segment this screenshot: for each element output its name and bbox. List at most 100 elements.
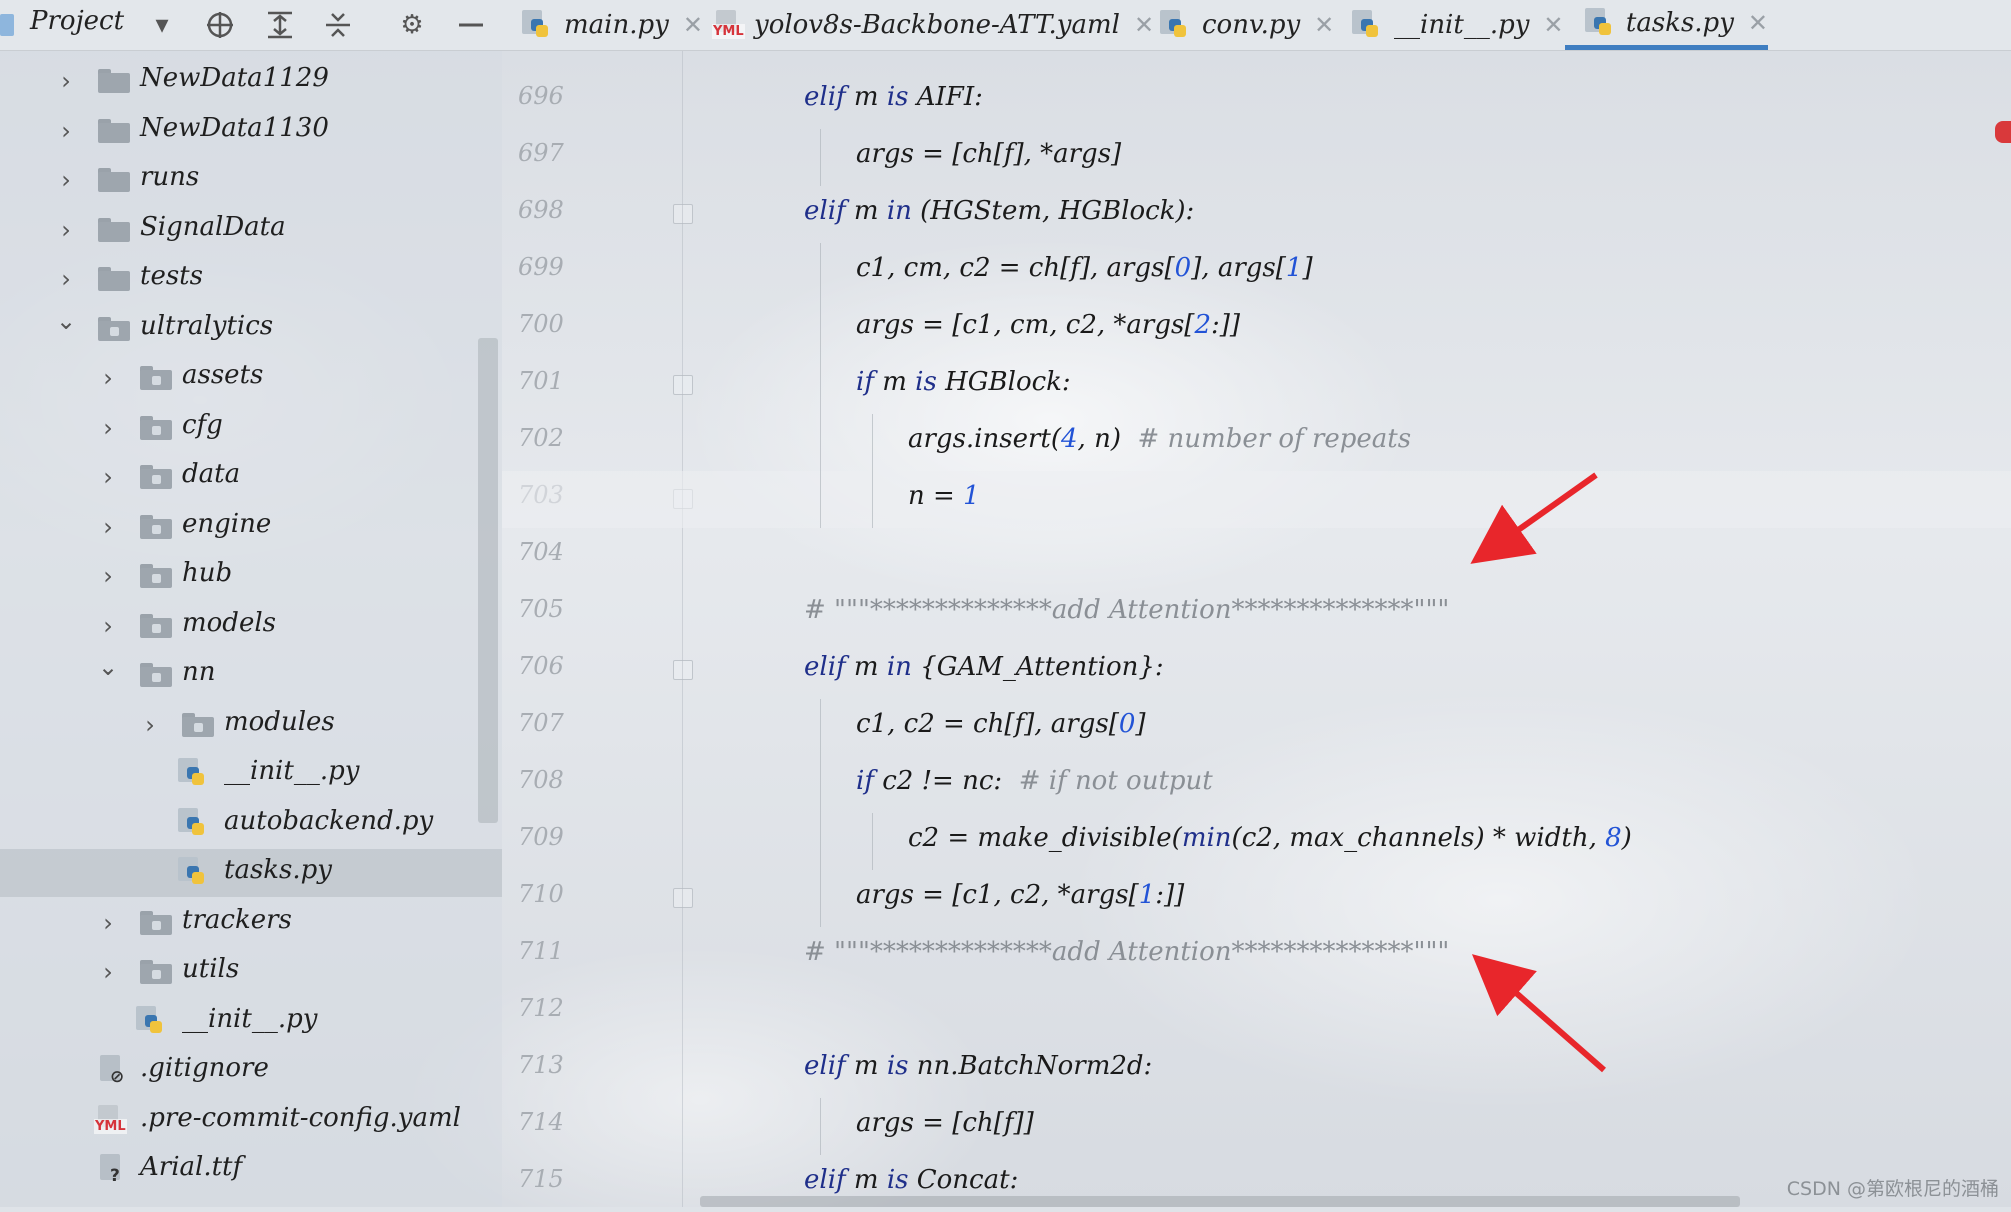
code-token: (HGStem, HGBlock): — [911, 196, 1195, 226]
close-icon[interactable]: ✕ — [1314, 11, 1334, 39]
code-line[interactable]: args = [c1, c2, *args[1:]] — [502, 870, 2011, 927]
chevron-right-icon[interactable]: › — [96, 562, 120, 590]
python-file-icon — [178, 758, 204, 788]
tree-item[interactable]: › assets — [0, 354, 502, 402]
chevron-right-icon[interactable]: › — [54, 166, 78, 194]
tree-item[interactable]: __init__.py — [0, 998, 502, 1046]
tree-item-label: autobackend.py — [224, 805, 434, 836]
tree-item[interactable]: ⌄ ultralytics — [0, 305, 502, 353]
code-line[interactable] — [502, 528, 2011, 585]
indent-guide — [820, 1098, 821, 1155]
code-line[interactable]: elif m is AIFI: — [502, 72, 2011, 129]
chevron-right-icon[interactable]: › — [96, 513, 120, 541]
code-line[interactable]: # """**************add Attention********… — [502, 927, 2011, 984]
code-line[interactable]: if m is HGBlock: — [502, 357, 2011, 414]
chevron-right-icon[interactable]: › — [96, 612, 120, 640]
tab-yolov8s-backbone-att-yaml[interactable]: YML yolov8s-Backbone-ATT.yaml ✕ — [712, 0, 1154, 50]
number-token: 0 — [1174, 253, 1192, 283]
expand-all-icon[interactable] — [264, 9, 296, 41]
code-line[interactable]: elif m is nn.BatchNorm2d: — [502, 1041, 2011, 1098]
tree-item[interactable]: › tests — [0, 255, 502, 303]
tree-item[interactable]: › data — [0, 453, 502, 501]
chevron-right-icon[interactable]: › — [54, 265, 78, 293]
tree-item[interactable]: › trackers — [0, 899, 502, 947]
code-line[interactable]: c1, cm, c2 = ch[f], args[0], args[1] — [502, 243, 2011, 300]
tree-item[interactable]: ? Arial.ttf — [0, 1146, 502, 1194]
close-icon[interactable]: ✕ — [1134, 11, 1154, 39]
chevron-down-icon[interactable]: ⌄ — [54, 307, 78, 335]
tree-item[interactable]: › modules — [0, 701, 502, 749]
tab-conv-py[interactable]: conv.py ✕ — [1160, 0, 1334, 50]
tree-item[interactable]: autobackend.py — [0, 800, 502, 848]
project-panel-icon — [0, 14, 14, 36]
tree-item[interactable]: › models — [0, 602, 502, 650]
project-tree-scrollbar[interactable] — [478, 338, 498, 823]
tree-item-label: tests — [140, 261, 203, 291]
close-icon[interactable]: ✕ — [683, 11, 703, 39]
tree-item-label: models — [182, 607, 276, 638]
chevron-down-icon[interactable]: ⌄ — [96, 653, 120, 681]
minimize-icon[interactable] — [455, 9, 487, 41]
tree-item[interactable]: ⌄ nn — [0, 651, 502, 699]
collapse-all-icon[interactable] — [322, 9, 354, 41]
tab-label: main.py — [564, 10, 669, 40]
tree-item[interactable]: › SignalData — [0, 206, 502, 254]
chevron-right-icon[interactable]: › — [96, 364, 120, 392]
close-icon[interactable]: ✕ — [1543, 11, 1563, 39]
tab-label: conv.py — [1202, 10, 1301, 40]
tree-item[interactable]: › hub — [0, 552, 502, 600]
code-line[interactable]: elif m in {GAM_Attention}: — [502, 642, 2011, 699]
tree-item[interactable]: › cfg — [0, 404, 502, 452]
tab-init-py[interactable]: __init__.py ✕ — [1352, 0, 1564, 50]
editor-horizontal-scrollbar[interactable] — [700, 1196, 1740, 1207]
code-line[interactable]: args = [c1, cm, c2, *args[2:]] — [502, 300, 2011, 357]
project-title[interactable]: Project — [30, 6, 124, 36]
code-text: # """**************add Attention********… — [804, 937, 1449, 967]
tree-item-label: ultralytics — [140, 310, 274, 341]
code-text: if m is HGBlock: — [856, 367, 1071, 397]
tree-item[interactable]: __init__.py — [0, 750, 502, 798]
chevron-right-icon[interactable]: › — [96, 463, 120, 491]
tree-item[interactable]: ⊘ .gitignore — [0, 1047, 502, 1095]
code-line[interactable]: args = [ch[f], *args] — [502, 129, 2011, 186]
tree-item[interactable]: › engine — [0, 503, 502, 551]
code-line[interactable] — [502, 984, 2011, 1041]
code-line[interactable]: n = 1 — [502, 471, 2011, 528]
tree-item[interactable]: › runs — [0, 156, 502, 204]
code-line[interactable]: args = [ch[f]] — [502, 1098, 2011, 1155]
code-line[interactable]: c1, c2 = ch[f], args[0] — [502, 699, 2011, 756]
chevron-right-icon[interactable]: › — [54, 216, 78, 244]
folder-icon — [140, 910, 172, 935]
tree-item[interactable]: YML .pre-commit-config.yaml — [0, 1097, 502, 1145]
tree-item[interactable]: › NewData1130 — [0, 107, 502, 155]
yaml-file-icon: YML — [712, 10, 745, 40]
code-line[interactable]: c2 = make_divisible(min(c2, max_channels… — [502, 813, 2011, 870]
tree-item[interactable]: tasks.py — [0, 849, 502, 897]
code-text: args = [c1, cm, c2, *args[2:]] — [856, 310, 1240, 340]
tree-item[interactable]: › NewData1129 — [0, 57, 502, 105]
tab-main-py[interactable]: main.py ✕ — [522, 0, 703, 50]
code-line[interactable]: if c2 != nc: # if not output — [502, 756, 2011, 813]
error-marker-icon[interactable] — [1995, 121, 2011, 143]
tree-item[interactable]: › utils — [0, 948, 502, 996]
chevron-right-icon[interactable]: › — [54, 117, 78, 145]
close-icon[interactable]: ✕ — [1748, 9, 1768, 37]
code-line[interactable]: # """**************add Attention********… — [502, 585, 2011, 642]
chevron-right-icon[interactable]: › — [138, 711, 162, 739]
chevron-right-icon[interactable]: › — [96, 909, 120, 937]
code-line[interactable]: elif m in (HGStem, HGBlock): — [502, 186, 2011, 243]
tree-item-label: NewData1129 — [140, 63, 329, 93]
gear-icon[interactable]: ⚙ — [396, 9, 428, 41]
code-editor[interactable]: 6966976986997007017027037047057067077087… — [502, 51, 2011, 1207]
chevron-right-icon[interactable]: › — [54, 67, 78, 95]
chevron-right-icon[interactable]: › — [96, 414, 120, 442]
keyword-token: is — [886, 1051, 909, 1081]
tab-tasks-py[interactable]: tasks.py ✕ — [1565, 0, 1768, 50]
code-line[interactable]: args.insert(4, n) # number of repeats — [502, 414, 2011, 471]
keyword-token: elif — [804, 196, 846, 226]
locate-target-icon[interactable] — [204, 9, 236, 41]
chevron-down-icon[interactable]: ▾ — [146, 9, 178, 41]
tree-item-label: trackers — [182, 904, 292, 935]
chevron-right-icon[interactable]: › — [96, 958, 120, 986]
folder-icon — [98, 217, 130, 242]
